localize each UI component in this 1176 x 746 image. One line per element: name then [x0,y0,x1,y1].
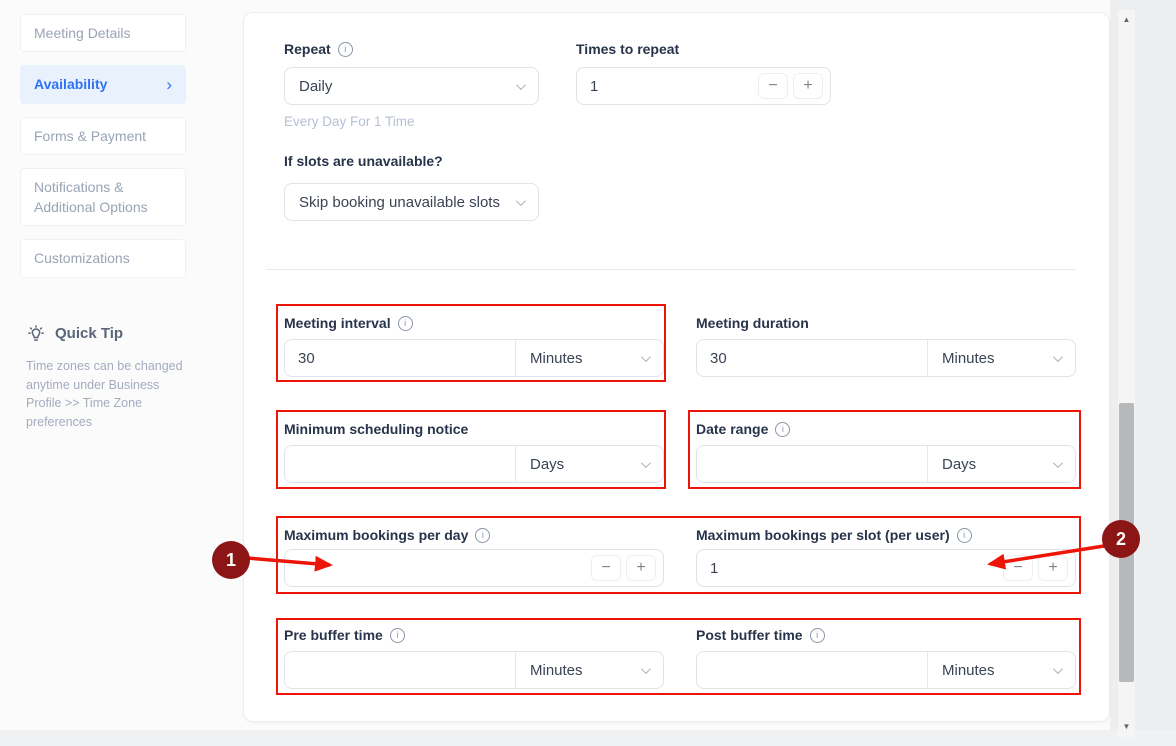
min-scheduling-notice-label: Minimum scheduling notice [284,421,468,437]
decrement-button[interactable]: − [758,73,788,99]
availability-settings-panel: Repeat i Daily Every Day For 1 Time Time… [243,12,1110,722]
repeat-label: Repeat i [284,41,353,57]
info-icon[interactable]: i [338,42,353,57]
sidebar-item-label: Notifications & Additional Options [34,177,172,218]
sidebar-item-customizations[interactable]: Customizations [20,239,186,277]
post-buffer-label: Post buffer time i [696,627,825,643]
sidebar-item-label: Customizations [34,248,130,268]
quick-tip-panel: Quick Tip Time zones can be changed anyt… [20,324,186,432]
chevron-down-icon [641,458,651,468]
page-background-strip-bottom [0,730,1176,746]
max-bookings-day-field: − + [284,549,664,587]
post-buffer-unit-select[interactable]: Minutes [927,652,1075,688]
info-icon[interactable]: i [475,528,490,543]
annotation-badge-2: 2 [1102,520,1140,558]
unit-label: Minutes [942,662,995,679]
min-scheduling-notice-input[interactable] [285,446,515,482]
pre-buffer-field: Minutes [284,651,664,689]
date-range-input[interactable] [697,446,927,482]
slots-unavailable-label: If slots are unavailable? [284,153,443,169]
quick-tip-text: Time zones can be changed anytime under … [26,357,186,432]
scroll-up-arrow[interactable]: ▲ [1118,13,1135,27]
meeting-interval-label: Meeting interval i [284,315,413,331]
unit-label: Minutes [942,350,995,367]
sidebar-item-label: Availability [34,74,107,94]
chevron-down-icon [1053,352,1063,362]
meeting-duration-unit-select[interactable]: Minutes [927,340,1075,376]
pre-buffer-input[interactable] [285,652,515,688]
post-buffer-input[interactable] [697,652,927,688]
decrement-button[interactable]: − [591,555,621,581]
quick-tip-title: Quick Tip [55,325,123,342]
annotation-badge-1: 1 [212,541,250,579]
pre-buffer-unit-select[interactable]: Minutes [515,652,663,688]
section-divider [266,269,1076,270]
info-icon[interactable]: i [398,316,413,331]
times-to-repeat-input[interactable] [577,78,753,95]
increment-button[interactable]: + [793,73,823,99]
min-scheduling-notice-unit-select[interactable]: Days [515,446,663,482]
max-bookings-slot-input[interactable] [697,560,998,577]
slots-unavailable-select[interactable]: Skip booking unavailable slots [284,183,539,221]
sidebar-item-availability[interactable]: Availability › [20,65,186,103]
info-icon[interactable]: i [390,628,405,643]
max-bookings-slot-label: Maximum bookings per slot (per user) i [696,527,972,543]
increment-button[interactable]: + [626,555,656,581]
chevron-down-icon [1053,458,1063,468]
min-scheduling-notice-field: Days [284,445,664,483]
page: Meeting Details Availability › Forms & P… [0,0,1176,746]
pre-buffer-label: Pre buffer time i [284,627,405,643]
chevron-down-icon [516,80,526,90]
unit-label: Minutes [530,350,583,367]
info-icon[interactable]: i [810,628,825,643]
scroll-down-arrow[interactable]: ▼ [1118,720,1135,734]
sidebar-item-forms-payment[interactable]: Forms & Payment [20,117,186,155]
meeting-duration-field: Minutes [696,339,1076,377]
meeting-interval-field: Minutes [284,339,664,377]
post-buffer-field: Minutes [696,651,1076,689]
chevron-down-icon [1053,664,1063,674]
sidebar-item-meeting-details[interactable]: Meeting Details [20,14,186,52]
sidebar-item-label: Forms & Payment [34,126,146,146]
unit-label: Minutes [530,662,583,679]
increment-button[interactable]: + [1038,555,1068,581]
slots-unavailable-selected-value: Skip booking unavailable slots [299,194,500,211]
meeting-duration-input[interactable] [697,340,927,376]
chevron-down-icon [641,352,651,362]
date-range-unit-select[interactable]: Days [927,446,1075,482]
times-to-repeat-label: Times to repeat [576,41,679,57]
repeat-selected-value: Daily [299,78,332,95]
chevron-down-icon [641,664,651,674]
sidebar-item-notifications[interactable]: Notifications & Additional Options [20,168,186,227]
date-range-field: Days [696,445,1076,483]
repeat-helper-text: Every Day For 1 Time [284,114,415,129]
max-bookings-slot-field: − + [696,549,1076,587]
lightbulb-icon [26,324,46,344]
max-bookings-day-input[interactable] [285,560,586,577]
date-range-label: Date range i [696,421,790,437]
unit-label: Days [530,456,564,473]
unit-label: Days [942,456,976,473]
decrement-button[interactable]: − [1003,555,1033,581]
chevron-right-icon: › [166,76,172,93]
repeat-select[interactable]: Daily [284,67,539,105]
times-to-repeat-field: − + [576,67,831,105]
meeting-interval-input[interactable] [285,340,515,376]
sidebar: Meeting Details Availability › Forms & P… [20,14,186,432]
meeting-duration-label: Meeting duration [696,315,809,331]
sidebar-item-label: Meeting Details [34,23,131,43]
info-icon[interactable]: i [775,422,790,437]
max-bookings-day-label: Maximum bookings per day i [284,527,490,543]
info-icon[interactable]: i [957,528,972,543]
chevron-down-icon [516,196,526,206]
meeting-interval-unit-select[interactable]: Minutes [515,340,663,376]
